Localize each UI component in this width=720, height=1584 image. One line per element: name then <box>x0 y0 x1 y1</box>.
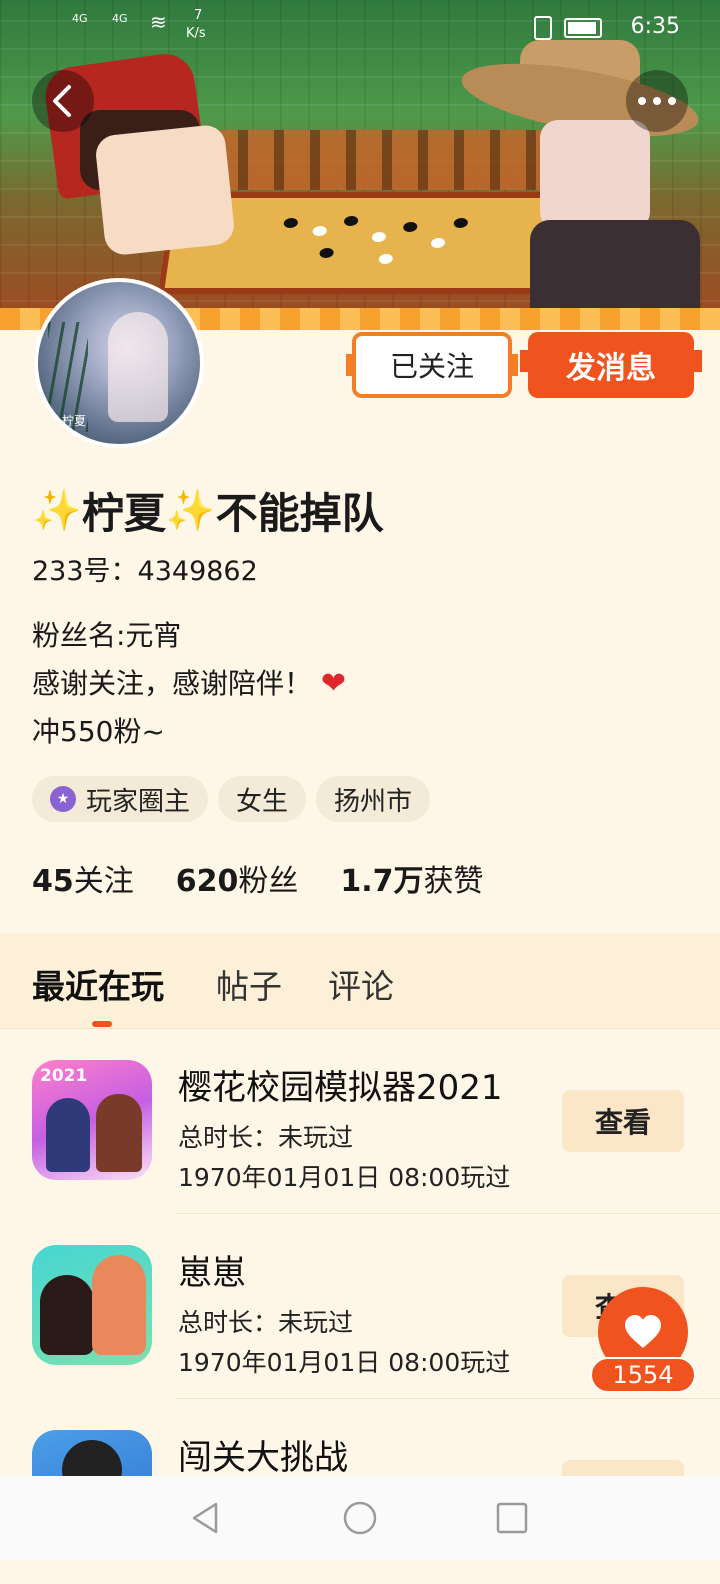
back-button[interactable] <box>32 70 94 132</box>
vibrate-icon <box>534 16 552 40</box>
battery-icon <box>564 18 602 38</box>
heart-icon <box>625 1315 661 1348</box>
wifi-icon: ≋ <box>150 10 167 34</box>
nav-recents-button[interactable] <box>494 1500 530 1536</box>
more-dots-icon <box>638 97 676 105</box>
followed-button[interactable]: 已关注 <box>346 332 518 398</box>
user-id: 233号：4349862 <box>32 556 258 587</box>
game-icon <box>32 1245 152 1365</box>
network-speed-unit: K/s <box>186 26 206 41</box>
star-badge-icon: ★ <box>50 786 76 812</box>
bio-line: 感谢关注，感谢陪伴！ ❤ <box>32 666 347 701</box>
game-duration: 总时长：未玩过 <box>178 1123 354 1152</box>
profile-name: ✨ 柠夏 ✨ 不能掉队 <box>32 480 384 541</box>
divider <box>176 1213 720 1214</box>
bio-line: 粉丝名:元宵 <box>32 619 182 652</box>
game-title: 崽崽 <box>178 1253 246 1293</box>
avatar-signature: 柠夏 <box>62 414 87 428</box>
bio-line: 冲550粉~ <box>32 715 165 748</box>
name-part-2: 不能掉队 <box>215 489 384 538</box>
profile-stats: 45关注 620粉丝 1.7万获赞 <box>32 856 484 900</box>
network-speed-value: 7 <box>194 8 203 23</box>
more-button[interactable] <box>626 70 688 132</box>
square-recents-icon <box>496 1502 528 1534</box>
game-title: 樱花校园模拟器2021 <box>178 1068 503 1108</box>
game-last-played: 1970年01月01日 08:00玩过 <box>178 1348 511 1377</box>
name-part-1: 柠夏 <box>81 489 166 538</box>
tag-city: 扬州市 <box>316 776 431 822</box>
signal-label-1: 4G <box>72 12 88 25</box>
bio: 粉丝名:元宵 感谢关注，感谢陪伴！ ❤ 冲550粉~ <box>32 612 346 756</box>
circle-home-icon <box>343 1501 377 1535</box>
signal-label-2: 4G <box>112 12 128 25</box>
profile-tags: ★ 玩家圈主 女生 扬州市 <box>32 776 431 822</box>
tag-gender: 女生 <box>218 776 307 822</box>
game-list-item[interactable]: 2021 樱花校园模拟器2021 总时长：未玩过 1970年01月01日 08:… <box>0 1030 720 1214</box>
clock: 6:35 <box>630 14 680 39</box>
nav-home-button[interactable] <box>342 1500 378 1536</box>
stat-likes: 1.7万获赞 <box>340 864 484 899</box>
view-button[interactable]: 查看 <box>562 1090 684 1152</box>
game-title: 闯关大挑战 <box>178 1438 348 1478</box>
game-last-played: 1970年01月01日 08:00玩过 <box>178 1163 511 1192</box>
tab-comments[interactable]: 评论 <box>328 960 394 1008</box>
heart-icon: ❤ <box>320 666 347 701</box>
stat-followers[interactable]: 620粉丝 <box>176 856 299 900</box>
nav-back-button[interactable] <box>188 1500 224 1536</box>
game-icon: 2021 <box>32 1060 152 1180</box>
game-duration: 总时长：未玩过 <box>178 1308 354 1337</box>
sparkle-icon: ✨ <box>165 488 216 534</box>
like-count: 1554 <box>590 1357 696 1393</box>
chevron-left-icon <box>53 85 71 117</box>
tag-circle-owner[interactable]: ★ 玩家圈主 <box>32 776 209 822</box>
avatar[interactable]: 柠夏 <box>34 278 204 448</box>
banner-character-right <box>450 20 720 330</box>
divider <box>176 1398 720 1399</box>
tab-recent-played[interactable]: 最近在玩 <box>32 960 164 1008</box>
stat-following[interactable]: 45关注 <box>32 856 134 900</box>
send-message-button[interactable]: 发消息 <box>520 332 702 398</box>
sparkle-icon: ✨ <box>32 488 82 534</box>
tab-active-indicator <box>92 1021 112 1027</box>
triangle-back-icon <box>192 1502 218 1534</box>
status-bar: 4G 4G ≋ 7 K/s 6:35 <box>0 0 720 56</box>
tab-posts[interactable]: 帖子 <box>216 960 282 1008</box>
divider <box>0 1028 720 1029</box>
system-nav-bar <box>0 1476 720 1560</box>
